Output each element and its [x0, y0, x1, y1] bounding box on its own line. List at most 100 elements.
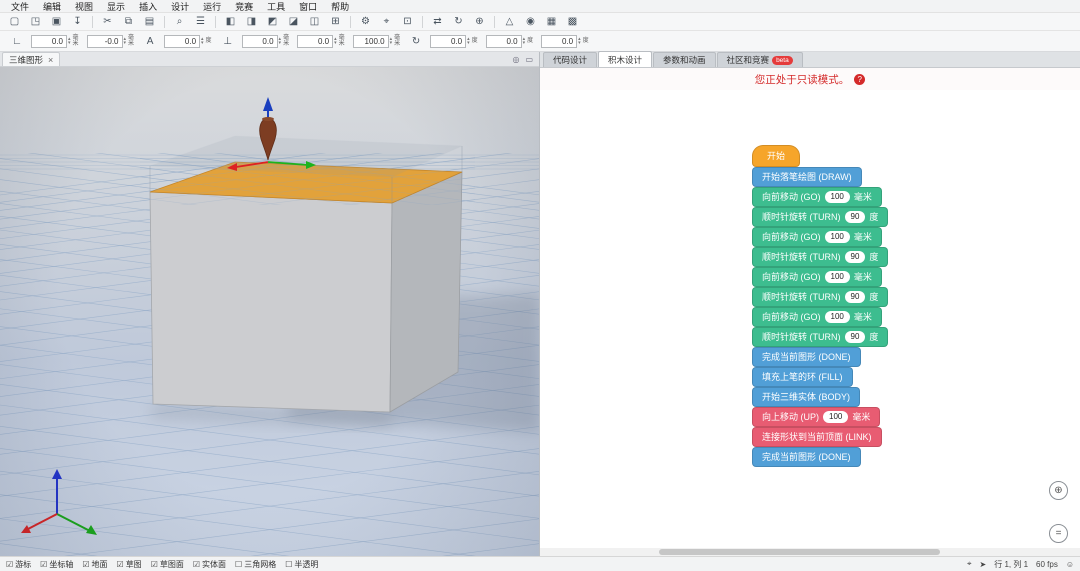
- spinner-icon[interactable]: ▴▾: [523, 37, 526, 45]
- x-offset-input[interactable]: 0.0▴▾毫米: [31, 35, 81, 48]
- display-toggle[interactable]: ☑草图: [117, 559, 142, 570]
- pos-z-input[interactable]: 100.0▴▾毫米: [353, 35, 403, 48]
- cube-right-face[interactable]: [390, 172, 462, 412]
- horizontal-scrollbar[interactable]: [540, 548, 1080, 556]
- spin-down-icon[interactable]: ▾: [334, 41, 337, 45]
- block-value-input[interactable]: 100: [825, 231, 850, 243]
- stack-block[interactable]: 向上移动 (UP)100毫米: [752, 407, 880, 427]
- menu-item[interactable]: 文件: [4, 0, 36, 13]
- cut-icon[interactable]: ✂: [98, 14, 117, 29]
- hat-block[interactable]: 开始: [752, 145, 800, 167]
- view-top-icon[interactable]: ◩: [263, 14, 282, 29]
- block-value-input[interactable]: 90: [845, 331, 866, 343]
- anchor-icon[interactable]: ⊥: [220, 36, 236, 47]
- 3d-scene[interactable]: [0, 67, 539, 556]
- text-angle-input[interactable]: 0.0▴▾度: [164, 35, 214, 48]
- menu-item[interactable]: 帮助: [324, 0, 356, 13]
- spinner-icon[interactable]: ▴▾: [279, 37, 282, 45]
- zoom-fit-icon[interactable]: ⊕: [470, 14, 489, 29]
- save-icon[interactable]: ▣: [47, 14, 66, 29]
- menu-item[interactable]: 工具: [260, 0, 292, 13]
- search-icon[interactable]: ⌕: [170, 14, 189, 29]
- viewport-help-icon[interactable]: ◎: [512, 55, 519, 64]
- rot-x-input[interactable]: 0.0▴▾度: [430, 35, 480, 48]
- frame-icon[interactable]: ⊡: [398, 14, 417, 29]
- spinner-icon[interactable]: ▴▾: [334, 37, 337, 45]
- panel-tab[interactable]: 积木设计: [598, 51, 652, 67]
- close-icon[interactable]: ×: [48, 55, 53, 65]
- outline-icon[interactable]: ☰: [191, 14, 210, 29]
- stack-block[interactable]: 向前移动 (GO)100毫米: [752, 307, 882, 327]
- cube-model[interactable]: [150, 136, 462, 412]
- stack-block[interactable]: 顺时针旋转 (TURN)90度: [752, 207, 888, 227]
- menu-item[interactable]: 编辑: [36, 0, 68, 13]
- menu-item[interactable]: 窗口: [292, 0, 324, 13]
- open-file-icon[interactable]: ◳: [26, 14, 45, 29]
- spinner-icon[interactable]: ▴▾: [124, 37, 127, 45]
- menu-item[interactable]: 竞赛: [228, 0, 260, 13]
- snap-icon[interactable]: ⌖: [377, 14, 396, 29]
- block-value-input[interactable]: 90: [845, 211, 866, 223]
- spin-down-icon[interactable]: ▾: [68, 41, 71, 45]
- view-iso-icon[interactable]: ◧: [221, 14, 240, 29]
- stack-block[interactable]: 向前移动 (GO)100毫米: [752, 267, 882, 287]
- text-angle-input-value[interactable]: 0.0: [164, 35, 200, 48]
- stack-block[interactable]: 完成当前图形 (DONE): [752, 347, 861, 367]
- pan-icon[interactable]: ⇄: [428, 14, 447, 29]
- spin-down-icon[interactable]: ▾: [523, 41, 526, 45]
- rotate-tool-icon[interactable]: ↻: [408, 36, 424, 47]
- block-value-input[interactable]: 100: [825, 311, 850, 323]
- export-icon[interactable]: ↧: [68, 14, 87, 29]
- rot-z-input[interactable]: 0.0▴▾度: [541, 35, 591, 48]
- cursor-icon[interactable]: ➤: [980, 560, 987, 569]
- grid-icon[interactable]: ▩: [563, 14, 582, 29]
- rotate-view-icon[interactable]: ↻: [449, 14, 468, 29]
- stack-block[interactable]: 顺时针旋转 (TURN)90度: [752, 327, 888, 347]
- display-toggle[interactable]: ☑草图面: [151, 559, 184, 570]
- view-right-icon[interactable]: ⊞: [326, 14, 345, 29]
- panel-tab[interactable]: 社区和竞赛beta: [717, 52, 803, 67]
- measure-icon[interactable]: △: [500, 14, 519, 29]
- stack-block[interactable]: 向前移动 (GO)100毫米: [752, 227, 882, 247]
- spin-down-icon[interactable]: ▾: [578, 41, 581, 45]
- viewport-float-icon[interactable]: ▭: [525, 55, 533, 64]
- pin-icon[interactable]: ◉: [521, 14, 540, 29]
- stack-block[interactable]: 连接形状到当前顶面 (LINK): [752, 427, 882, 447]
- pos-z-input-value[interactable]: 100.0: [353, 35, 389, 48]
- stack-block[interactable]: 向前移动 (GO)100毫米: [752, 187, 882, 207]
- x-offset-input-value[interactable]: 0.0: [31, 35, 67, 48]
- spin-down-icon[interactable]: ▾: [390, 41, 393, 45]
- display-toggle[interactable]: ☑实体面: [193, 559, 226, 570]
- scrollbar-thumb[interactable]: [659, 549, 940, 555]
- display-toggle[interactable]: ☐三角网格: [235, 559, 276, 570]
- pos-y-input[interactable]: 0.0▴▾毫米: [297, 35, 347, 48]
- copy-icon[interactable]: ⧉: [119, 14, 138, 29]
- spinner-icon[interactable]: ▴▾: [68, 37, 71, 45]
- block-value-input[interactable]: 100: [825, 271, 850, 283]
- display-toggle[interactable]: ☐半透明: [285, 559, 318, 570]
- stack-block[interactable]: 完成当前图形 (DONE): [752, 447, 861, 467]
- stack-block[interactable]: 开始三维实体 (BODY): [752, 387, 860, 407]
- pos-x-input[interactable]: 0.0▴▾毫米: [242, 35, 292, 48]
- menu-item[interactable]: 显示: [100, 0, 132, 13]
- cube-front-face[interactable]: [150, 192, 392, 412]
- spinner-icon[interactable]: ▴▾: [390, 37, 393, 45]
- help-icon[interactable]: ?: [854, 74, 865, 85]
- pos-y-input-value[interactable]: 0.0: [297, 35, 333, 48]
- stack-block[interactable]: 顺时针旋转 (TURN)90度: [752, 287, 888, 307]
- spin-down-icon[interactable]: ▾: [124, 41, 127, 45]
- y-offset-input-value[interactable]: -0.0: [87, 35, 123, 48]
- zoom-button[interactable]: ⊕: [1049, 481, 1068, 500]
- menu-item[interactable]: 设计: [164, 0, 196, 13]
- reset-zoom-button[interactable]: =: [1049, 524, 1068, 543]
- block-value-input[interactable]: 90: [845, 291, 866, 303]
- view-front-icon[interactable]: ◨: [242, 14, 261, 29]
- spin-down-icon[interactable]: ▾: [467, 41, 470, 45]
- polyline-icon[interactable]: ∟: [9, 36, 25, 47]
- menu-item[interactable]: 视图: [68, 0, 100, 13]
- paste-icon[interactable]: ▤: [140, 14, 159, 29]
- display-toggle[interactable]: ☑游标: [6, 559, 31, 570]
- rot-x-input-value[interactable]: 0.0: [430, 35, 466, 48]
- settings-icon[interactable]: ⚙: [356, 14, 375, 29]
- menu-item[interactable]: 插入: [132, 0, 164, 13]
